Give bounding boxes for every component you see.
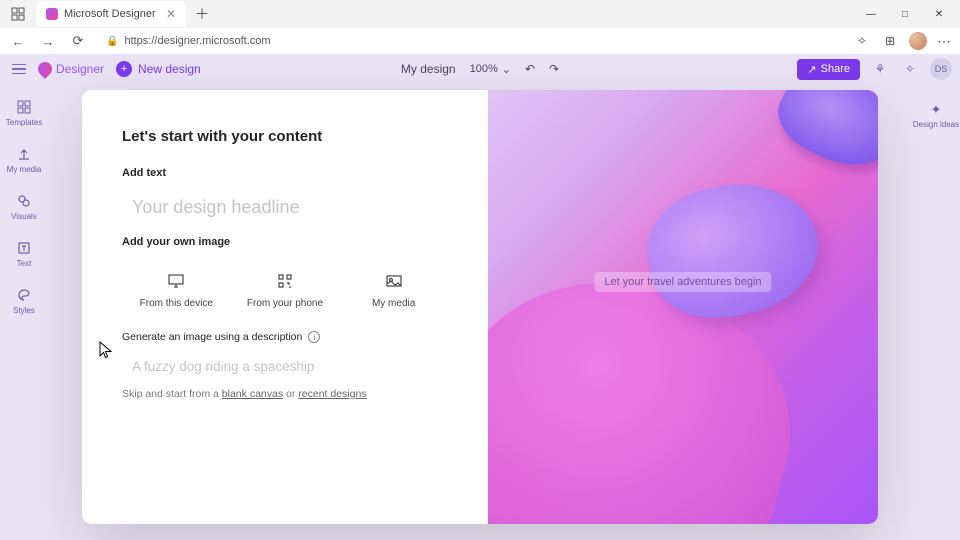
undo-button[interactable]: ↶	[525, 62, 535, 76]
sidebar-label: Text	[17, 259, 32, 268]
browser-tab[interactable]: Microsoft Designer ✕	[36, 1, 186, 27]
new-design-button[interactable]: + New design	[116, 61, 201, 77]
from-phone-button[interactable]: From your phone	[231, 266, 340, 317]
from-device-label: From this device	[140, 298, 213, 309]
info-icon[interactable]: i	[308, 331, 320, 343]
sidebar-label: Design ideas	[913, 120, 959, 130]
sidebar-item-my-media[interactable]: My media	[7, 145, 42, 174]
designer-logo[interactable]: Designer	[38, 62, 104, 76]
plus-icon: +	[116, 61, 132, 77]
forward-button[interactable]: →	[38, 31, 58, 51]
monitor-icon	[168, 274, 184, 288]
skip-row: Skip and start from a blank canvas or re…	[122, 388, 448, 400]
url-text: https://designer.microsoft.com	[124, 35, 270, 47]
my-media-label: My media	[372, 298, 415, 309]
recent-designs-link[interactable]: recent designs	[298, 388, 366, 400]
hamburger-menu[interactable]	[8, 58, 30, 80]
sidebar-label: Templates	[6, 118, 42, 127]
upload-icon	[15, 145, 33, 163]
from-phone-label: From your phone	[247, 298, 323, 309]
sidebar-item-text[interactable]: Text	[15, 239, 33, 268]
media-icon	[386, 274, 402, 288]
share-icon: ↗	[807, 63, 816, 76]
share-button[interactable]: ↗ Share	[797, 59, 860, 80]
brand-label: Designer	[56, 62, 104, 76]
lock-icon: 🔒	[106, 36, 118, 47]
share-label: Share	[821, 63, 850, 75]
text-icon	[15, 239, 33, 257]
my-media-button[interactable]: My media	[339, 266, 448, 317]
tab-overview-icon[interactable]	[4, 2, 32, 26]
favicon	[46, 8, 58, 20]
redo-button[interactable]: ↷	[549, 62, 559, 76]
minimize-button[interactable]: ―	[854, 2, 888, 26]
generate-label: Generate an image using a description	[122, 331, 302, 343]
zoom-control[interactable]: 100% ⌄	[470, 63, 511, 76]
decorative-blob	[767, 90, 878, 182]
headline-input[interactable]	[122, 183, 448, 236]
maximize-button[interactable]: □	[888, 2, 922, 26]
new-tab-button[interactable]: ＋	[190, 2, 214, 26]
sidebar-item-templates[interactable]: Templates	[6, 98, 42, 127]
sparkle-icon: ✦	[931, 102, 942, 118]
profile-avatar[interactable]	[909, 32, 927, 50]
preview-tagline: Let your travel adventures begin	[594, 272, 771, 292]
logo-mark-icon	[35, 59, 55, 79]
tab-title: Microsoft Designer	[64, 8, 156, 20]
sidebar-label: Styles	[13, 306, 35, 315]
refresh-button[interactable]: ⟳	[68, 31, 88, 51]
chevron-down-icon: ⌄	[502, 63, 511, 76]
browser-menu-icon[interactable]: ⋯	[937, 33, 952, 50]
close-tab-icon[interactable]: ✕	[166, 7, 176, 21]
generate-image-input[interactable]	[122, 343, 448, 388]
add-text-label: Add text	[122, 167, 448, 179]
start-content-modal: Let's start with your content Add text A…	[82, 90, 878, 524]
sidebar-label: My media	[7, 165, 42, 174]
templates-icon	[15, 98, 33, 116]
from-device-button[interactable]: From this device	[122, 266, 231, 317]
visuals-icon	[15, 192, 33, 210]
styles-icon	[15, 286, 33, 304]
link-icon[interactable]: ⚘	[870, 59, 890, 79]
sidebar-item-design-ideas[interactable]: ✦ Design ideas	[913, 102, 959, 130]
add-image-label: Add your own image	[122, 236, 448, 248]
user-avatar[interactable]: DS	[930, 58, 952, 80]
extensions-icon[interactable]: ⊞	[881, 32, 899, 50]
qr-icon	[277, 274, 293, 288]
preview-pane: Let your travel adventures begin	[488, 90, 878, 524]
sidebar-item-visuals[interactable]: Visuals	[11, 192, 37, 221]
close-window-button[interactable]: ✕	[922, 2, 956, 26]
favorites-icon[interactable]: ✧	[853, 32, 871, 50]
sidebar-item-styles[interactable]: Styles	[13, 286, 35, 315]
sidebar-label: Visuals	[11, 212, 37, 221]
notifications-icon[interactable]: ✧	[900, 59, 920, 79]
modal-title: Let's start with your content	[122, 128, 448, 145]
new-design-label: New design	[138, 62, 201, 76]
document-title[interactable]: My design	[401, 62, 456, 76]
back-button[interactable]: ←	[8, 31, 28, 51]
zoom-value: 100%	[470, 63, 498, 75]
address-bar[interactable]: 🔒 https://designer.microsoft.com	[98, 35, 843, 47]
blank-canvas-link[interactable]: blank canvas	[222, 388, 283, 400]
